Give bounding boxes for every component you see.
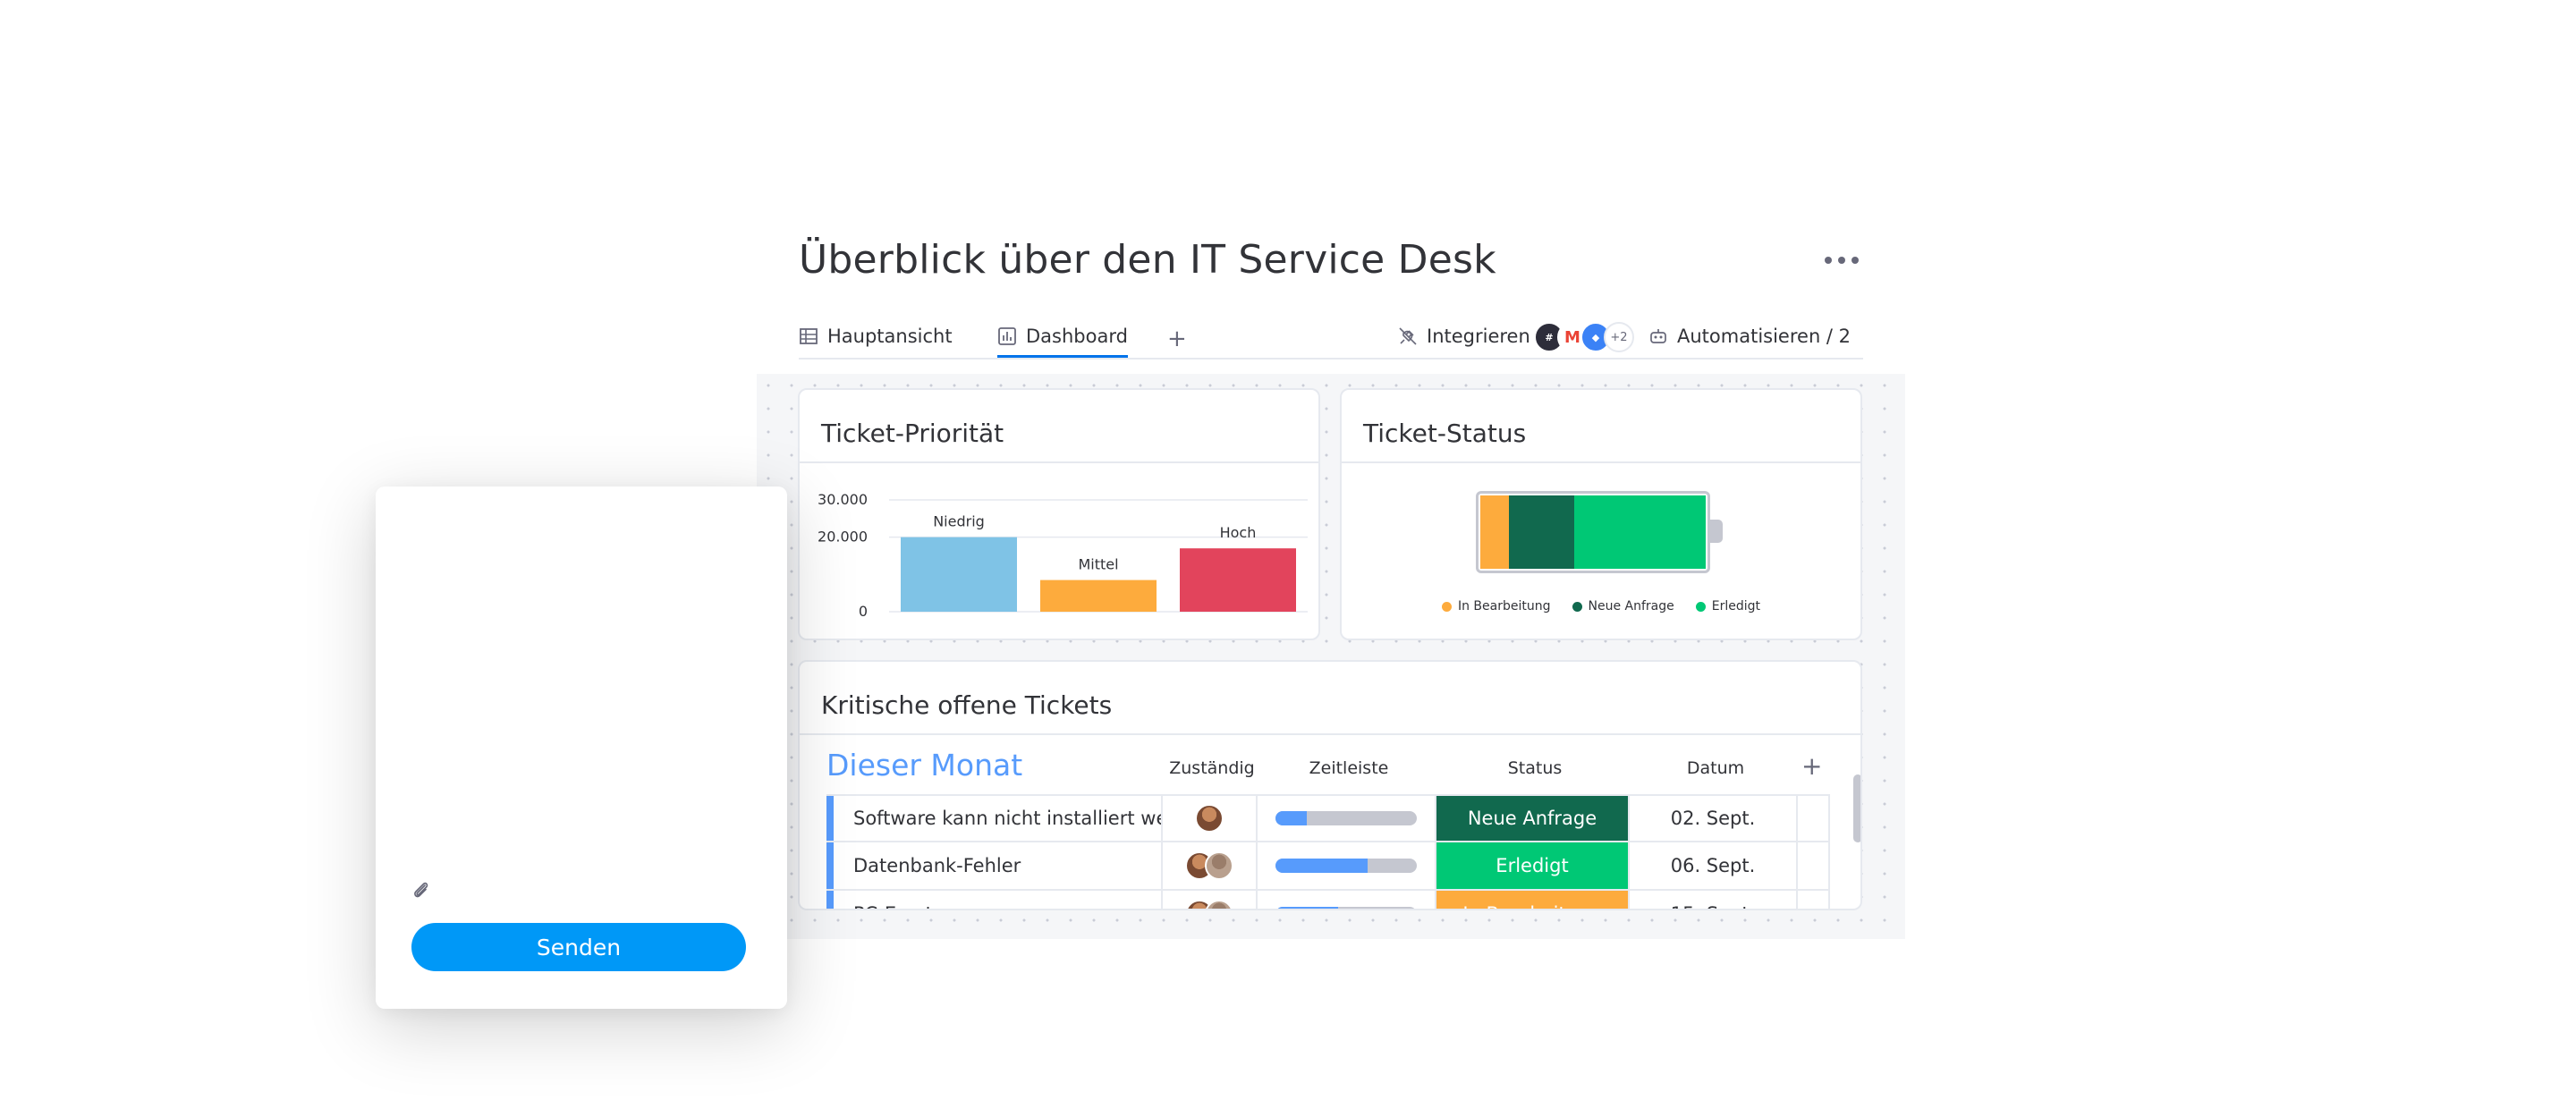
- empty-cell: [1798, 796, 1830, 841]
- status-segment[interactable]: [1573, 495, 1706, 569]
- date-cell[interactable]: 02. Sept.: [1630, 796, 1798, 841]
- more-options-icon[interactable]: [1825, 257, 1859, 264]
- add-column-button[interactable]: +: [1801, 751, 1822, 781]
- ticket-name[interactable]: PC-Ersatz: [834, 891, 1163, 909]
- status-badge[interactable]: Erledigt: [1436, 842, 1630, 889]
- table-icon: [800, 328, 818, 344]
- assignee-cell[interactable]: [1163, 842, 1258, 889]
- group-color-bar: [826, 842, 834, 889]
- paperclip-icon[interactable]: [410, 878, 433, 901]
- timeline-cell[interactable]: [1258, 796, 1436, 841]
- automate-label: Automatisieren / 2: [1677, 326, 1852, 347]
- widget-title: Kritische offene Tickets: [821, 690, 1113, 720]
- status-segment[interactable]: [1480, 495, 1509, 569]
- status-badge[interactable]: In Bearbeitung: [1436, 891, 1630, 909]
- page-title: Überblick über den IT Service Desk: [799, 237, 1496, 283]
- legend-dot: [1572, 601, 1582, 612]
- critical-tickets-widget[interactable]: Kritische offene Tickets Dieser Monat Zu…: [798, 660, 1862, 910]
- status-segment[interactable]: [1508, 495, 1574, 569]
- ticket-priority-widget[interactable]: Ticket-Priorität 0 20.000 30.000 Niedrig Mit…: [798, 388, 1320, 640]
- timeline-bar: [1275, 907, 1417, 909]
- integrations-more-badge: +2: [1604, 322, 1634, 352]
- add-view-button[interactable]: +: [1167, 326, 1187, 352]
- column-header-date[interactable]: Datum: [1631, 758, 1800, 778]
- timeline-cell[interactable]: [1258, 891, 1436, 909]
- avatar: [1205, 851, 1233, 880]
- bar-hoch[interactable]: [1180, 548, 1296, 612]
- integrate-label: Integrieren: [1427, 326, 1530, 347]
- avatar: [1205, 900, 1233, 909]
- status-badge[interactable]: Neue Anfrage: [1436, 796, 1630, 841]
- legend-item: Neue Anfrage: [1572, 599, 1674, 613]
- date-cell[interactable]: 06. Sept.: [1630, 842, 1798, 889]
- integrate-button[interactable]: Integrieren: [1398, 326, 1530, 347]
- automate-button[interactable]: Automatisieren / 2: [1648, 326, 1851, 347]
- assignee-cell[interactable]: [1163, 891, 1258, 909]
- table-row[interactable]: Datenbank-Fehler Erledigt 06. Sept.: [826, 842, 1830, 891]
- timeline-bar: [1275, 811, 1417, 825]
- robot-icon: [1650, 329, 1666, 343]
- y-tick-label: 30.000: [818, 491, 868, 508]
- priority-bar-chart: 0 20.000 30.000 Niedrig Mittel Hoch: [818, 491, 1308, 620]
- tab-label: Dashboard: [1026, 326, 1128, 347]
- tab-label: Hauptansicht: [827, 326, 953, 347]
- group-color-bar: [826, 796, 834, 841]
- legend-label: Erledigt: [1711, 599, 1761, 613]
- legend-label: In Bearbeitung: [1457, 599, 1551, 613]
- tab-main-view[interactable]: Hauptansicht: [799, 326, 953, 347]
- status-legend: In Bearbeitung Neue Anfrage Erledigt: [1342, 599, 1860, 613]
- battery-cap: [1710, 520, 1723, 543]
- bar-niedrig[interactable]: [901, 537, 1017, 612]
- ticket-name[interactable]: Software kann nicht installiert werden: [834, 796, 1163, 841]
- legend-item: Erledigt: [1695, 599, 1761, 613]
- table-row[interactable]: Software kann nicht installiert werden Ne…: [826, 794, 1830, 842]
- form-card: Senden: [376, 487, 787, 1009]
- avatar: [1195, 804, 1224, 833]
- y-tick-label: 0: [859, 603, 868, 620]
- column-header-status[interactable]: Status: [1438, 758, 1631, 778]
- bar-mittel[interactable]: [1040, 580, 1157, 612]
- ticket-name[interactable]: Datenbank-Fehler: [834, 842, 1163, 889]
- legend-dot: [1695, 601, 1706, 612]
- table-scrollbar[interactable]: [1853, 774, 1860, 842]
- empty-cell: [1798, 842, 1830, 889]
- tab-dashboard[interactable]: Dashboard: [997, 326, 1128, 358]
- y-tick-label: 20.000: [818, 529, 868, 546]
- tickets-table: Software kann nicht installiert werden Ne…: [826, 794, 1830, 909]
- send-button[interactable]: Senden: [411, 923, 746, 971]
- legend-label: Neue Anfrage: [1588, 599, 1674, 613]
- chart-icon: [998, 327, 1016, 345]
- timeline-cell[interactable]: [1258, 842, 1436, 889]
- timeline-bar: [1275, 859, 1417, 873]
- bar-label: Niedrig: [933, 513, 985, 530]
- date-cell[interactable]: 15. Sept.: [1630, 891, 1798, 909]
- ticket-status-widget[interactable]: Ticket-Status In Bearbeitung Neue Anfrage…: [1340, 388, 1862, 640]
- group-title[interactable]: Dieser Monat: [826, 748, 1022, 783]
- table-row[interactable]: PC-Ersatz In Bearbeitung15. Sept.: [826, 891, 1830, 909]
- empty-cell: [1798, 891, 1830, 909]
- column-header-assignee[interactable]: Zuständig: [1165, 758, 1259, 778]
- view-tabs: Hauptansicht Dashboard + Integrieren # M…: [799, 322, 1863, 360]
- legend-item: In Bearbeitung: [1441, 599, 1551, 613]
- bar-label: Hoch: [1220, 524, 1257, 541]
- integration-logos[interactable]: # M ◆ +2: [1534, 322, 1634, 352]
- group-color-bar: [826, 891, 834, 909]
- plug-icon: [1399, 327, 1417, 345]
- column-header-timeline[interactable]: Zeitleiste: [1259, 758, 1438, 778]
- status-battery: [1476, 491, 1710, 573]
- widget-title: Ticket-Status: [1363, 419, 1527, 448]
- bar-label: Mittel: [1078, 556, 1118, 573]
- assignee-cell[interactable]: [1163, 796, 1258, 841]
- legend-dot: [1441, 601, 1452, 612]
